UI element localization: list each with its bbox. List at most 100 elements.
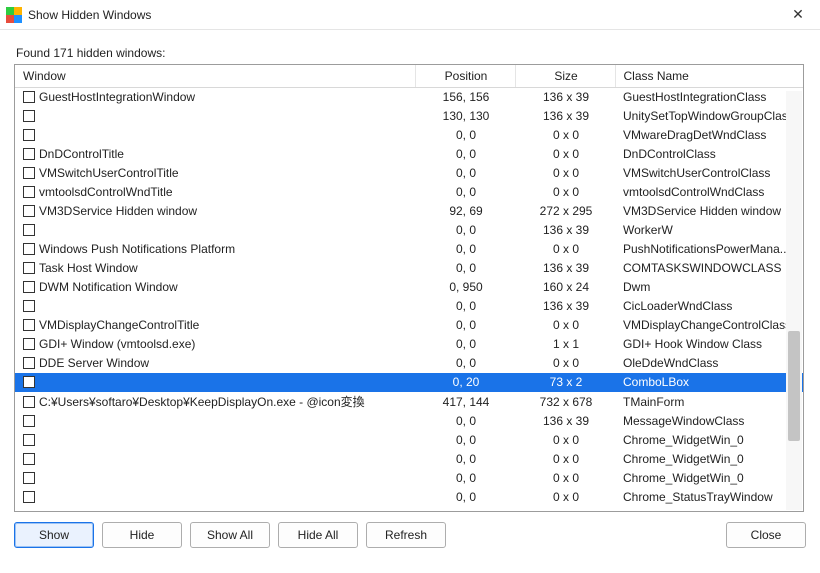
cell-class: COMTASKSWINDOWCLASS xyxy=(615,259,803,278)
cell-size: 0 x 0 xyxy=(515,469,615,488)
cell-size: 0 x 0 xyxy=(515,126,615,145)
cell-window: VM3DService Hidden window xyxy=(39,204,197,218)
table-row[interactable]: 0, 00 x 0VMwareDragDetWndClass xyxy=(15,126,803,145)
cell-position: 0, 0 xyxy=(415,431,515,450)
row-checkbox[interactable] xyxy=(23,357,35,369)
row-checkbox[interactable] xyxy=(23,338,35,350)
cell-position: 0, 0 xyxy=(415,240,515,259)
table-row[interactable]: GDI+ Window (vmtoolsd.exe)0, 01 x 1GDI+ … xyxy=(15,335,803,354)
vertical-scrollbar[interactable] xyxy=(786,91,802,510)
cell-class: PushNotificationsPowerMana... xyxy=(615,240,803,259)
cell-position: 0, 0 xyxy=(415,259,515,278)
table-row[interactable]: 0, 0136 x 39WorkerW xyxy=(15,221,803,240)
col-header-class[interactable]: Class Name xyxy=(615,65,803,88)
row-checkbox[interactable] xyxy=(23,110,35,122)
cell-size: 136 x 39 xyxy=(515,412,615,431)
cell-position: 0, 0 xyxy=(415,412,515,431)
table-row[interactable]: 0, 0136 x 39MessageWindowClass xyxy=(15,412,803,431)
cell-class: CicLoaderWndClass xyxy=(615,297,803,316)
show-button[interactable]: Show xyxy=(14,522,94,548)
row-checkbox[interactable] xyxy=(23,262,35,274)
cell-class: Dwm xyxy=(615,278,803,297)
row-checkbox[interactable] xyxy=(23,167,35,179)
cell-size: 0 x 0 xyxy=(515,450,615,469)
cell-class: GDI+ Hook Window Class xyxy=(615,335,803,354)
table-row[interactable]: VMSwitchUserControlTitle0, 00 x 0VMSwitc… xyxy=(15,164,803,183)
cell-window: Windows Push Notifications Platform xyxy=(39,242,235,256)
table-row[interactable]: DDE Server Window0, 00 x 0OleDdeWndClass xyxy=(15,354,803,373)
table-row[interactable]: 0, 00 x 0Chrome_WidgetWin_0 xyxy=(15,450,803,469)
cell-window: VMDisplayChangeControlTitle xyxy=(39,318,199,332)
hide-all-button[interactable]: Hide All xyxy=(278,522,358,548)
row-checkbox[interactable] xyxy=(23,300,35,312)
row-checkbox[interactable] xyxy=(23,91,35,103)
cell-size: 160 x 24 xyxy=(515,278,615,297)
table-row[interactable]: vmtoolsdControlWndTitle0, 00 x 0vmtoolsd… xyxy=(15,183,803,202)
col-header-position[interactable]: Position xyxy=(415,65,515,88)
row-checkbox[interactable] xyxy=(23,319,35,331)
row-checkbox[interactable] xyxy=(23,415,35,427)
table-row[interactable]: DnDControlTitle0, 00 x 0DnDControlClass xyxy=(15,145,803,164)
scrollbar-thumb[interactable] xyxy=(788,331,800,441)
table-row[interactable]: 0, 00 x 0Chrome_WidgetWin_0 xyxy=(15,469,803,488)
row-checkbox[interactable] xyxy=(23,129,35,141)
row-checkbox[interactable] xyxy=(23,453,35,465)
table-row[interactable]: Task Host Window 0, 0136 x 39COMTASKSWIND… xyxy=(15,259,803,278)
cell-position: 0, 0 xyxy=(415,183,515,202)
table-row[interactable]: Windows Push Notifications Platform0, 00… xyxy=(15,240,803,259)
table-row[interactable]: DWM Notification Window0, 950160 x 24Dwm xyxy=(15,278,803,297)
row-checkbox[interactable] xyxy=(23,148,35,160)
cell-position: 0, 0 xyxy=(415,354,515,373)
cell-position: 0, 950 xyxy=(415,278,515,297)
cell-class: ComboLBox xyxy=(615,373,803,392)
row-checkbox[interactable] xyxy=(23,281,35,293)
table-row[interactable]: 0, 0136 x 39CicLoaderWndClass xyxy=(15,297,803,316)
row-checkbox[interactable] xyxy=(23,243,35,255)
cell-window: Task Host Window xyxy=(39,261,138,275)
cell-size: 136 x 39 xyxy=(515,297,615,316)
row-checkbox[interactable] xyxy=(23,396,35,408)
cell-position: 417, 144 xyxy=(415,392,515,412)
cell-size: 73 x 2 xyxy=(515,373,615,392)
row-checkbox[interactable] xyxy=(23,186,35,198)
cell-window: DnDControlTitle xyxy=(39,147,124,161)
table-row[interactable]: 0, 00 x 0Chrome_StatusTrayWindow xyxy=(15,488,803,507)
cell-class: UnitySetTopWindowGroupClass xyxy=(615,107,803,126)
row-checkbox[interactable] xyxy=(23,224,35,236)
hide-button[interactable]: Hide xyxy=(102,522,182,548)
table-row[interactable]: VM3DService Hidden window92, 69272 x 295… xyxy=(15,202,803,221)
table-row[interactable]: C:¥Users¥softaro¥Desktop¥KeepDisplayOn.e… xyxy=(15,392,803,412)
row-checkbox[interactable] xyxy=(23,434,35,446)
cell-size: 136 x 39 xyxy=(515,259,615,278)
table-row[interactable]: 0, 2073 x 2ComboLBox xyxy=(15,373,803,392)
cell-class: Chrome_WidgetWin_0 xyxy=(615,431,803,450)
table-row[interactable]: VMDisplayChangeControlTitle0, 00 x 0VMDi… xyxy=(15,316,803,335)
table-row[interactable]: 130, 130136 x 39UnitySetTopWindowGroupCl… xyxy=(15,107,803,126)
row-checkbox[interactable] xyxy=(23,491,35,503)
refresh-button[interactable]: Refresh xyxy=(366,522,446,548)
col-header-size[interactable]: Size xyxy=(515,65,615,88)
titlebar: Show Hidden Windows ✕ xyxy=(0,0,820,30)
col-header-window[interactable]: Window xyxy=(15,65,415,88)
close-button[interactable]: Close xyxy=(726,522,806,548)
cell-class: vmtoolsdControlWndClass xyxy=(615,183,803,202)
cell-size: 0 x 0 xyxy=(515,316,615,335)
cell-class: VM3DService Hidden window xyxy=(615,202,803,221)
cell-position: 0, 0 xyxy=(415,221,515,240)
cell-size: 136 x 39 xyxy=(515,221,615,240)
content-area: Found 171 hidden windows: Window Positio… xyxy=(0,30,820,558)
cell-class: VMSwitchUserControlClass xyxy=(615,164,803,183)
show-all-button[interactable]: Show All xyxy=(190,522,270,548)
cell-size: 136 x 39 xyxy=(515,88,615,107)
close-icon[interactable]: ✕ xyxy=(784,4,812,26)
cell-size: 0 x 0 xyxy=(515,145,615,164)
row-checkbox[interactable] xyxy=(23,376,35,388)
table-row[interactable]: 0, 00 x 0Chrome_WidgetWin_0 xyxy=(15,431,803,450)
windows-table: Window Position Size Class Name GuestHos… xyxy=(15,65,803,507)
row-checkbox[interactable] xyxy=(23,205,35,217)
table-row[interactable]: GuestHostIntegrationWindow156, 156136 x … xyxy=(15,88,803,107)
cell-size: 732 x 678 xyxy=(515,392,615,412)
cell-position: 0, 0 xyxy=(415,488,515,507)
cell-position: 0, 20 xyxy=(415,373,515,392)
row-checkbox[interactable] xyxy=(23,472,35,484)
